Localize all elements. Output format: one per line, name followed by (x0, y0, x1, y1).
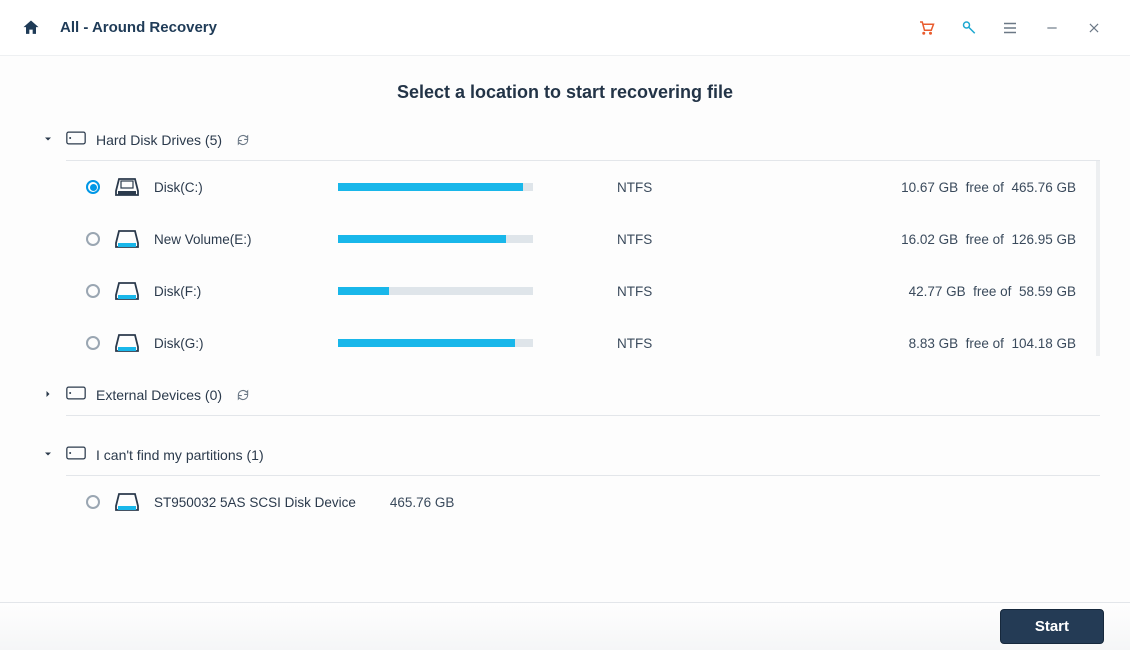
size-label: 16.02 GB free of 126.95 GB (791, 232, 1076, 247)
cart-icon[interactable] (910, 12, 942, 44)
chevron-right-icon (42, 387, 54, 403)
group-header-hdd[interactable]: Hard Disk Drives (5) (30, 127, 1100, 160)
radio-select[interactable] (86, 336, 100, 350)
start-button[interactable]: Start (1000, 609, 1104, 644)
usage-bar (338, 339, 533, 347)
footer-bar: Start (0, 602, 1130, 650)
drive-name: New Volume(E:) (154, 232, 324, 247)
drive-group-icon (66, 386, 86, 403)
drive-group-icon (66, 131, 86, 148)
filesystem-label: NTFS (617, 336, 777, 351)
radio-select[interactable] (86, 232, 100, 246)
chevron-down-icon (42, 447, 54, 463)
group-header-lost[interactable]: I can't find my partitions (1) (30, 442, 1100, 475)
filesystem-label: NTFS (617, 180, 777, 195)
drive-row[interactable]: New Volume(E:) NTFS 16.02 GB free of 126… (66, 213, 1096, 265)
lost-device-name: ST950032 5AS SCSI Disk Device (154, 495, 356, 510)
lost-partition-row[interactable]: ST950032 5AS SCSI Disk Device 465.76 GB (66, 476, 1100, 528)
usage-bar (338, 287, 533, 295)
group-label: Hard Disk Drives (5) (96, 132, 222, 148)
lost-device-size: 465.76 GB (390, 495, 455, 510)
radio-select[interactable] (86, 180, 100, 194)
drive-row[interactable]: Disk(C:) NTFS 10.67 GB free of 465.76 GB (66, 161, 1096, 213)
drive-name: Disk(F:) (154, 284, 324, 299)
app-title: All - Around Recovery (60, 19, 217, 36)
main-content: Select a location to start recovering fi… (0, 56, 1130, 528)
drive-icon (114, 280, 140, 302)
drive-name: Disk(C:) (154, 180, 324, 195)
drive-icon (114, 332, 140, 354)
filesystem-label: NTFS (617, 284, 777, 299)
radio-select[interactable] (86, 495, 100, 509)
size-label: 42.77 GB free of 58.59 GB (791, 284, 1076, 299)
size-label: 10.67 GB free of 465.76 GB (791, 180, 1076, 195)
drive-name: Disk(G:) (154, 336, 324, 351)
group-header-external[interactable]: External Devices (0) (30, 382, 1100, 415)
page-heading: Select a location to start recovering fi… (30, 82, 1100, 103)
minimize-icon[interactable] (1036, 12, 1068, 44)
drive-icon (114, 491, 140, 513)
close-icon[interactable] (1078, 12, 1110, 44)
menu-icon[interactable] (994, 12, 1026, 44)
refresh-icon[interactable] (236, 133, 250, 147)
usage-bar (338, 235, 533, 243)
home-icon[interactable] (20, 17, 42, 39)
drive-group-icon (66, 446, 86, 463)
chevron-down-icon (42, 132, 54, 148)
system-drive-icon (114, 176, 140, 198)
filesystem-label: NTFS (617, 232, 777, 247)
group-label: External Devices (0) (96, 387, 222, 403)
titlebar: All - Around Recovery (0, 0, 1130, 56)
key-icon[interactable] (952, 12, 984, 44)
size-label: 8.83 GB free of 104.18 GB (791, 336, 1076, 351)
usage-bar (338, 183, 533, 191)
drive-icon (114, 228, 140, 250)
radio-select[interactable] (86, 284, 100, 298)
drive-row[interactable]: Disk(F:) NTFS 42.77 GB free of 58.59 GB (66, 265, 1096, 317)
drive-row[interactable]: Disk(G:) NTFS 8.83 GB free of 104.18 GB (66, 317, 1096, 356)
group-label: I can't find my partitions (1) (96, 447, 264, 463)
refresh-icon[interactable] (236, 388, 250, 402)
drive-list: Disk(C:) NTFS 10.67 GB free of 465.76 GB… (66, 161, 1100, 356)
